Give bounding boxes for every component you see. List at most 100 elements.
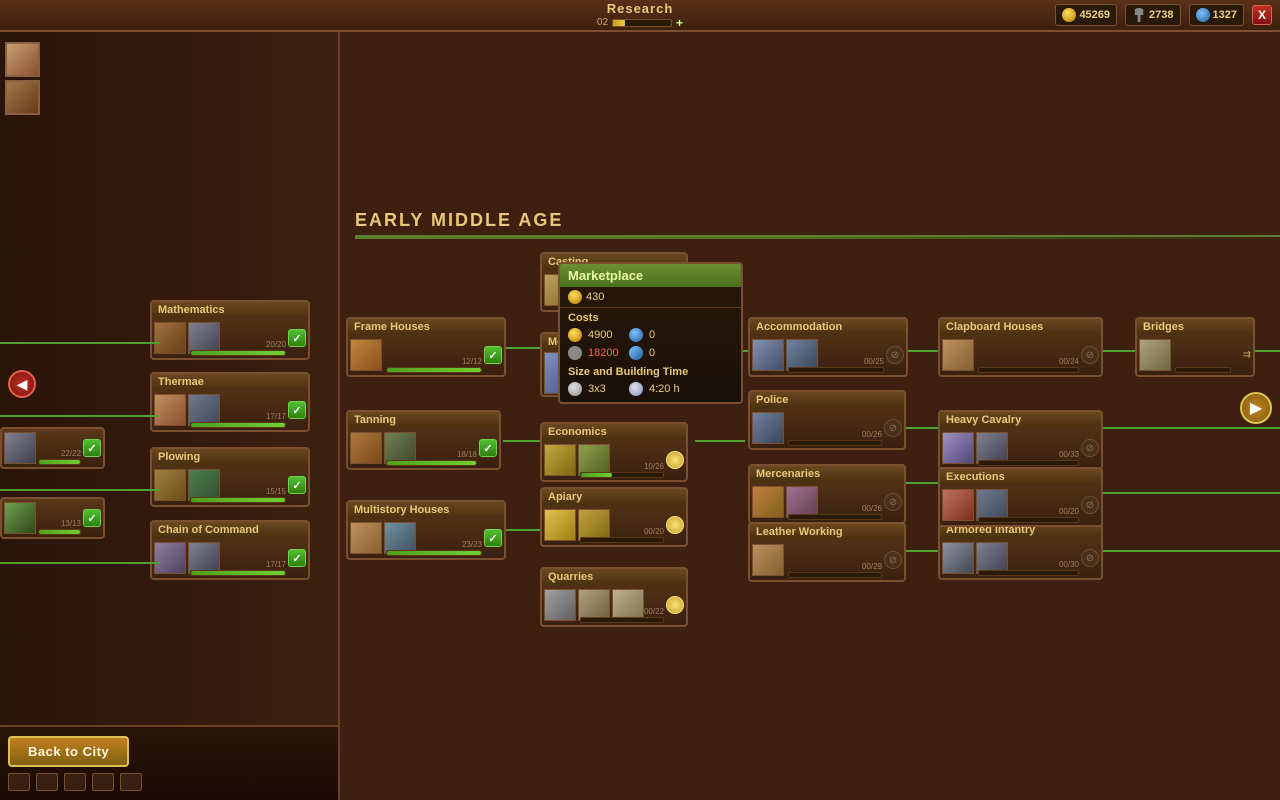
tech-mercenaries-label: Mercenaries xyxy=(750,466,904,482)
tech-apiary[interactable]: Apiary 00/20 xyxy=(540,487,688,547)
tooltip-gold-val: 430 xyxy=(586,291,604,303)
tech-mathematics-label: Mathematics xyxy=(152,302,308,318)
tech-apiary-icon xyxy=(544,509,576,541)
tech-tactics-bar xyxy=(38,459,81,465)
tech-tactics-icon xyxy=(4,432,36,464)
connector-left-h2 xyxy=(0,415,160,417)
conn-ainf-h xyxy=(1090,550,1280,552)
tech-plowing-progress: 15/15 xyxy=(266,487,286,496)
tech-chain-of-command[interactable]: Chain of Command 17/17 ✓ xyxy=(150,520,310,580)
tech-tanning-label: Tanning xyxy=(348,412,499,428)
back-to-city-button[interactable]: Back to City xyxy=(8,736,129,767)
tech-clapboard[interactable]: Clapboard Houses 00/24 ⊘ xyxy=(938,317,1103,377)
population-value: 1327 xyxy=(1213,9,1237,21)
tooltip-cost-pop-icon xyxy=(629,346,643,360)
gold-value: 45269 xyxy=(1079,9,1110,21)
tech-economics-progress: 10/26 xyxy=(644,462,664,471)
bottom-icon-5[interactable] xyxy=(120,773,142,791)
tooltip-size-label: Size and Building Time xyxy=(560,362,741,380)
tech-tactics-check: ✓ xyxy=(83,439,101,457)
tech-executions[interactable]: Executions 00/20 ⊘ xyxy=(938,467,1103,527)
tooltip-time-val: 4:20 h xyxy=(649,383,684,395)
tech-lb-fill xyxy=(39,530,80,534)
tech-quarries-bar xyxy=(580,617,664,623)
tech-accommodation-bar xyxy=(788,367,884,373)
tooltip-size-val: 3x3 xyxy=(588,383,623,395)
gold-resource: 45269 xyxy=(1055,4,1117,26)
tech-economics[interactable]: Economics 10/26 xyxy=(540,422,688,482)
tech-thermae-label: Thermae xyxy=(152,374,308,390)
tech-clapboard-progress: 00/24 xyxy=(1059,357,1079,366)
tech-left-bottom[interactable]: 13/13 ✓ xyxy=(0,497,105,539)
bottom-icon-1[interactable] xyxy=(8,773,30,791)
tech-plowing-icon xyxy=(154,469,186,501)
tech-bridges-bar xyxy=(1175,367,1231,373)
tech-bridges[interactable]: Bridges ⇉ xyxy=(1135,317,1255,377)
tech-multistory-label: Multistory Houses xyxy=(348,502,504,518)
gold-icon xyxy=(1062,8,1076,22)
tech-economics-fill xyxy=(581,473,612,477)
tech-multistory[interactable]: Multistory Houses 23/23 ✓ xyxy=(346,500,506,560)
tech-mercenaries[interactable]: Mercenaries 00/26 ⊘ xyxy=(748,464,906,524)
tooltip-cost-hammer2-val: 0 xyxy=(649,347,684,359)
tech-plowing[interactable]: Plowing 15/15 ✓ xyxy=(150,447,310,507)
tech-accommodation-lock: ⊘ xyxy=(886,346,904,364)
tooltip-size-row: 3x3 4:20 h xyxy=(560,380,741,402)
tech-quarries-progress: 00/22 xyxy=(644,607,664,616)
tech-hcav-progress: 00/33 xyxy=(1059,450,1079,459)
tech-exec-lock: ⊘ xyxy=(1081,496,1099,514)
bottom-icon-4[interactable] xyxy=(92,773,114,791)
tech-apiary-label: Apiary xyxy=(542,489,686,505)
left-nav-arrow[interactable]: ◀ xyxy=(8,370,36,398)
tech-heavy-cavalry[interactable]: Heavy Cavalry 00/33 ⊘ xyxy=(938,410,1103,470)
era-label: EARLY MIDDLE AGE xyxy=(355,210,1280,237)
tech-economics-icon xyxy=(544,444,576,476)
tech-tanning[interactable]: Tanning 18/18 ✓ xyxy=(346,410,501,470)
tech-economics-bar xyxy=(580,472,664,478)
tech-mercenaries-icon xyxy=(752,486,784,518)
tech-thermae[interactable]: Thermae 17/17 ✓ xyxy=(150,372,310,432)
marketplace-tooltip: Marketplace 430 Costs 4900 0 18200 0 Siz… xyxy=(558,262,743,404)
tech-lb-bar xyxy=(38,529,81,535)
tech-tanning-icon xyxy=(350,432,382,464)
hammer-icon xyxy=(1132,8,1146,22)
tech-tactics[interactable]: 22/22 ✓ xyxy=(0,427,105,469)
tech-frame-check: ✓ xyxy=(484,346,502,364)
tooltip-cost-hammer-icon xyxy=(568,346,582,360)
tech-thermae-bar xyxy=(190,422,286,428)
tech-armored-infantry[interactable]: Armored Infantry 00/30 ⊘ xyxy=(938,520,1103,580)
tech-chain-check: ✓ xyxy=(288,549,306,567)
tech-mercenaries-bar xyxy=(788,514,882,520)
xp-bar-fill xyxy=(613,20,625,26)
tech-chain-progress: 17/17 xyxy=(266,560,286,569)
tooltip-subtitle: 430 xyxy=(560,287,741,308)
conn-hcav-h xyxy=(1090,427,1280,429)
tech-exec-bar xyxy=(978,517,1079,523)
tech-mathematics[interactable]: Mathematics 20/20 ✓ xyxy=(150,300,310,360)
tech-apiary-light xyxy=(666,516,684,534)
tech-clapboard-bar xyxy=(978,367,1079,373)
close-button[interactable]: X xyxy=(1252,5,1272,25)
bottom-icon-3[interactable] xyxy=(64,773,86,791)
tech-bridges-icon xyxy=(1139,339,1171,371)
tech-police[interactable]: Police 00/26 ⊘ xyxy=(748,390,906,450)
tech-ainf-icon xyxy=(942,542,974,574)
tech-mathematics-bar xyxy=(190,350,286,356)
conn-tan-cast xyxy=(503,440,543,442)
tooltip-cost-gold-icon xyxy=(568,328,582,342)
tech-leather-working[interactable]: Leather Working 00/29 ⊘ xyxy=(748,522,906,582)
tech-police-lock: ⊘ xyxy=(884,419,902,437)
tech-tanning-check: ✓ xyxy=(479,439,497,457)
conn-multi-econ xyxy=(503,529,543,531)
tech-exec-icon xyxy=(942,489,974,521)
tech-plowing-check: ✓ xyxy=(288,476,306,494)
tech-plowing-label: Plowing xyxy=(152,449,308,465)
tech-multistory-fill xyxy=(387,551,481,555)
tech-ainf-progress: 00/30 xyxy=(1059,560,1079,569)
tech-frame-houses[interactable]: Frame Houses 12/12 ✓ xyxy=(346,317,506,377)
right-nav-arrow[interactable]: ▶ xyxy=(1240,392,1272,424)
tech-accommodation[interactable]: Accommodation 00/25 ⊘ xyxy=(748,317,908,377)
tech-quarries[interactable]: Quarries 00/22 xyxy=(540,567,688,627)
bottom-icon-2[interactable] xyxy=(36,773,58,791)
tech-ainf-bar xyxy=(978,570,1079,576)
